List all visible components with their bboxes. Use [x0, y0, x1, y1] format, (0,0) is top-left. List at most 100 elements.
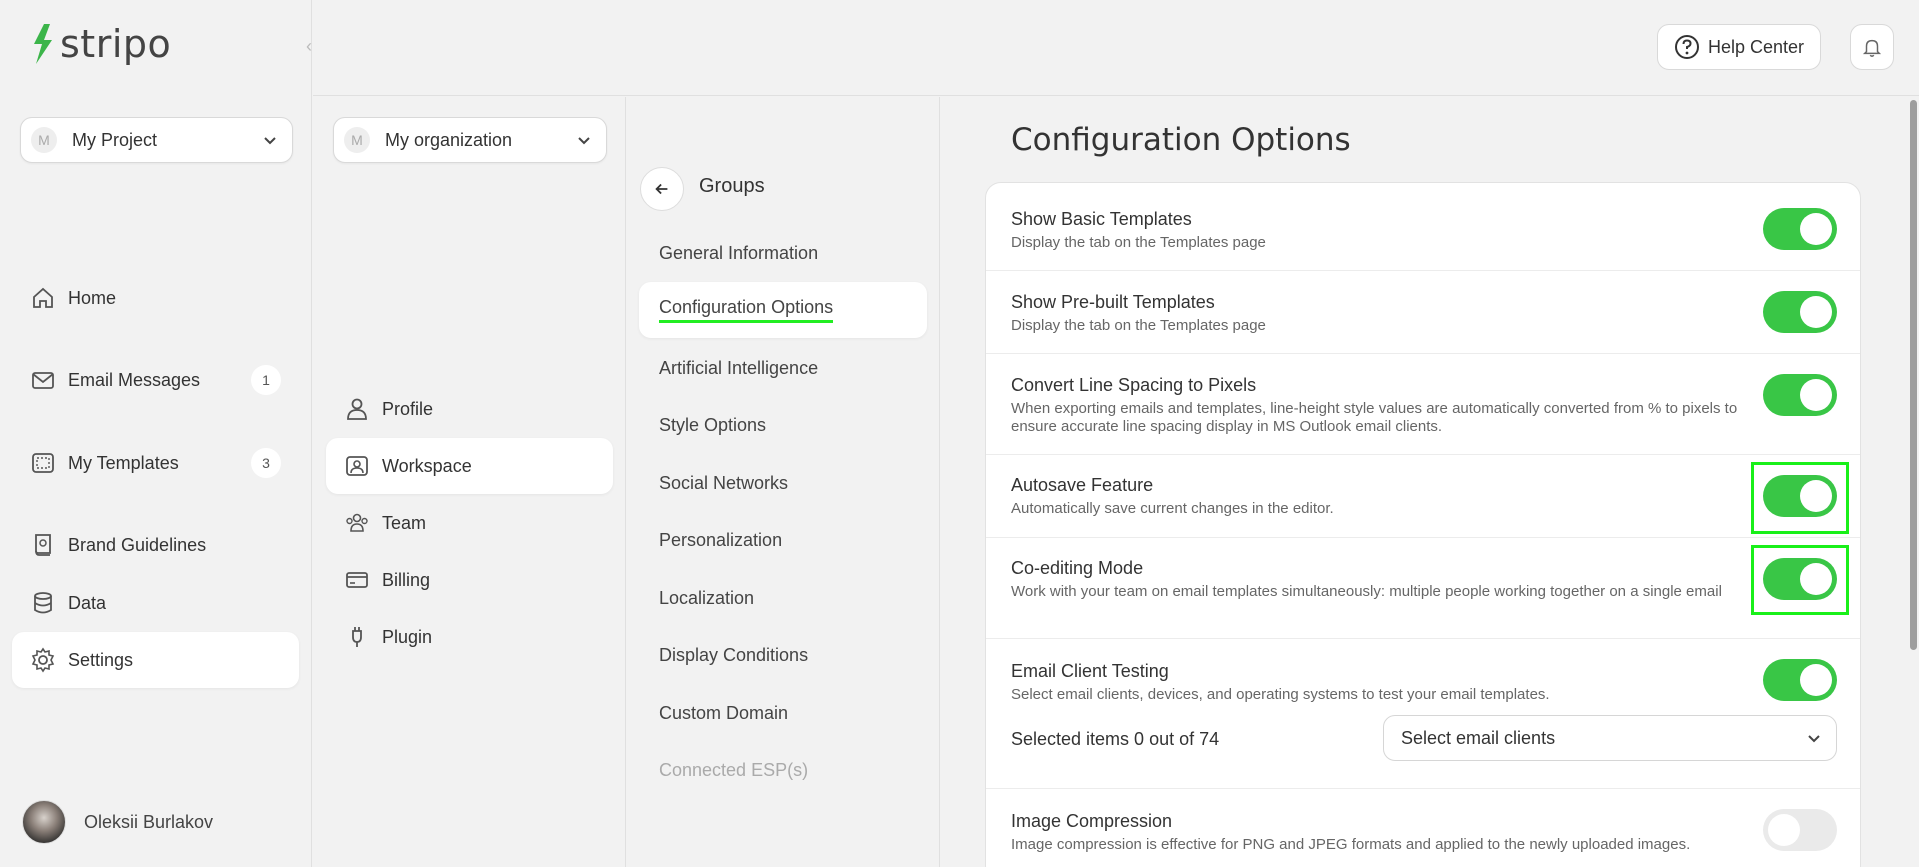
- image-compression-toggle[interactable]: [1763, 809, 1837, 851]
- project-avatar: M: [31, 127, 57, 153]
- option-title: Co-editing Mode: [1011, 558, 1144, 578]
- project-name: My Project: [72, 129, 158, 150]
- chevron-down-icon: [578, 137, 590, 145]
- organization-name: My organization: [385, 129, 513, 150]
- logo-text: stripo: [60, 22, 172, 66]
- group-label: Connected ESP(s): [659, 759, 809, 780]
- group-label: Custom Domain: [659, 702, 789, 723]
- sidebar-item-label: Settings: [68, 649, 134, 670]
- database-icon: [34, 592, 52, 614]
- workspace-icon: [346, 456, 368, 476]
- option-title: Show Basic Templates: [1011, 209, 1192, 229]
- convert-line-spacing-toggle[interactable]: [1763, 374, 1837, 416]
- group-connected-esps: Connected ESP(s): [639, 742, 927, 798]
- group-configuration-options[interactable]: Configuration Options: [639, 282, 927, 338]
- plug-icon: [352, 627, 362, 647]
- group-display-conditions[interactable]: Display Conditions: [639, 627, 927, 683]
- autosave-toggle-highlight: [1751, 462, 1849, 534]
- sidebar-item-label: Email Messages: [68, 369, 201, 390]
- option-description: Display the tab on the Templates page: [1011, 317, 1266, 334]
- group-label: Style Options: [659, 414, 767, 435]
- notifications-button[interactable]: [1850, 24, 1894, 70]
- question-circle-icon: [1675, 35, 1699, 59]
- option-title: Email Client Testing: [1011, 661, 1169, 681]
- email-clients-select-label: Select email clients: [1401, 727, 1556, 748]
- group-social-networks[interactable]: Social Networks: [639, 455, 927, 511]
- avatar: [22, 800, 66, 844]
- option-title: Convert Line Spacing to Pixels: [1011, 375, 1257, 395]
- stripo-logo[interactable]: stripo: [30, 22, 171, 66]
- team-icon: [346, 513, 368, 532]
- group-label: Artificial Intelligence: [659, 357, 819, 378]
- project-selector[interactable]: M My Project: [20, 117, 293, 163]
- option-description: Work with your team on email templates s…: [1011, 583, 1722, 600]
- sidebar-item-label: Data: [68, 592, 107, 613]
- page-title: Configuration Options: [1011, 122, 1351, 158]
- sidebar-item-brand-guidelines[interactable]: Brand Guidelines: [12, 517, 299, 573]
- option-convert-line-spacing: Convert Line Spacing to Pixels When expo…: [986, 354, 1860, 455]
- help-center-label: Help Center: [1708, 36, 1805, 57]
- option-show-basic-templates: Show Basic Templates Display the tab on …: [986, 183, 1860, 271]
- co-editing-toggle-highlight: [1751, 545, 1849, 615]
- sidebar-item-settings[interactable]: Settings: [12, 632, 299, 688]
- option-image-compression: Image Compression Image compression is e…: [986, 789, 1860, 867]
- book-icon: [35, 534, 51, 556]
- groups-title: Groups: [699, 175, 765, 197]
- help-center-button[interactable]: Help Center: [1657, 24, 1821, 70]
- workspace-nav-plugin[interactable]: Plugin: [326, 609, 613, 665]
- workspace-nav-team[interactable]: Team: [326, 495, 613, 551]
- sidebar-item-home[interactable]: Home: [12, 270, 299, 326]
- option-title: Show Pre-built Templates: [1011, 292, 1215, 312]
- bell-icon: [1862, 39, 1882, 57]
- option-co-editing-mode: Co-editing Mode Work with your team on e…: [986, 538, 1860, 639]
- chevron-down-icon: [264, 137, 276, 145]
- workspace-nav-label: Workspace: [382, 455, 472, 476]
- my-templates-count-badge: 3: [251, 448, 281, 478]
- workspace-nav-profile[interactable]: Profile: [326, 381, 613, 437]
- option-description: When exporting emails and templates, lin…: [1011, 400, 1738, 435]
- sidebar-item-email-messages[interactable]: Email Messages 1: [12, 352, 299, 408]
- email-clients-select[interactable]: Select email clients: [1383, 715, 1837, 761]
- group-label: Social Networks: [659, 472, 789, 493]
- back-button[interactable]: [640, 167, 684, 211]
- show-prebuilt-templates-toggle[interactable]: [1763, 291, 1837, 333]
- sidebar-item-label: My Templates: [68, 452, 179, 473]
- workspace-nav-label: Profile: [382, 398, 434, 419]
- email-client-testing-toggle[interactable]: [1763, 659, 1837, 701]
- selected-items-count: Selected items 0 out of 74: [1011, 729, 1220, 749]
- show-basic-templates-toggle[interactable]: [1763, 208, 1837, 250]
- card-icon: [346, 572, 368, 588]
- workspace-nav-label: Billing: [382, 569, 431, 590]
- sidebar-item-label: Home: [68, 287, 117, 308]
- stripo-logo-icon: [34, 24, 52, 64]
- sidebar-item-data[interactable]: Data: [12, 575, 299, 631]
- scrollbar[interactable]: [1910, 100, 1917, 650]
- organization-selector[interactable]: M My organization: [333, 117, 607, 163]
- group-personalization[interactable]: Personalization: [639, 512, 927, 568]
- option-description: Image compression is effective for PNG a…: [1011, 836, 1691, 853]
- gear-icon: [31, 647, 55, 673]
- user-profile[interactable]: Oleksii Burlakov: [22, 800, 213, 844]
- group-custom-domain[interactable]: Custom Domain: [639, 685, 927, 741]
- group-label: Personalization: [659, 529, 783, 550]
- option-title: Image Compression: [1011, 811, 1173, 831]
- option-show-prebuilt-templates: Show Pre-built Templates Display the tab…: [986, 271, 1860, 354]
- sidebar-item-my-templates[interactable]: My Templates 3: [12, 435, 299, 491]
- email-messages-count-badge: 1: [251, 365, 281, 395]
- option-email-client-testing: Email Client Testing Select email client…: [986, 639, 1860, 789]
- arrow-left-icon: [655, 183, 668, 195]
- group-artificial-intelligence[interactable]: Artificial Intelligence: [639, 340, 927, 396]
- user-name: Oleksii Burlakov: [84, 811, 214, 832]
- group-general-information[interactable]: General Information: [639, 225, 927, 281]
- group-style-options[interactable]: Style Options: [639, 397, 927, 453]
- option-description: Select email clients, devices, and opera…: [1011, 686, 1550, 703]
- option-title: Autosave Feature: [1011, 475, 1154, 495]
- group-label: Display Conditions: [659, 644, 809, 665]
- workspace-nav-label: Team: [382, 512, 427, 533]
- workspace-nav-billing[interactable]: Billing: [326, 552, 613, 608]
- left-sidebar: stripo ‹ M My Project Home Email Message…: [0, 0, 312, 867]
- workspace-nav-workspace[interactable]: Workspace: [326, 438, 613, 494]
- option-description: Display the tab on the Templates page: [1011, 234, 1266, 251]
- group-localization[interactable]: Localization: [639, 570, 927, 626]
- workspace-nav: M My organization Profile Workspace Team…: [313, 97, 626, 867]
